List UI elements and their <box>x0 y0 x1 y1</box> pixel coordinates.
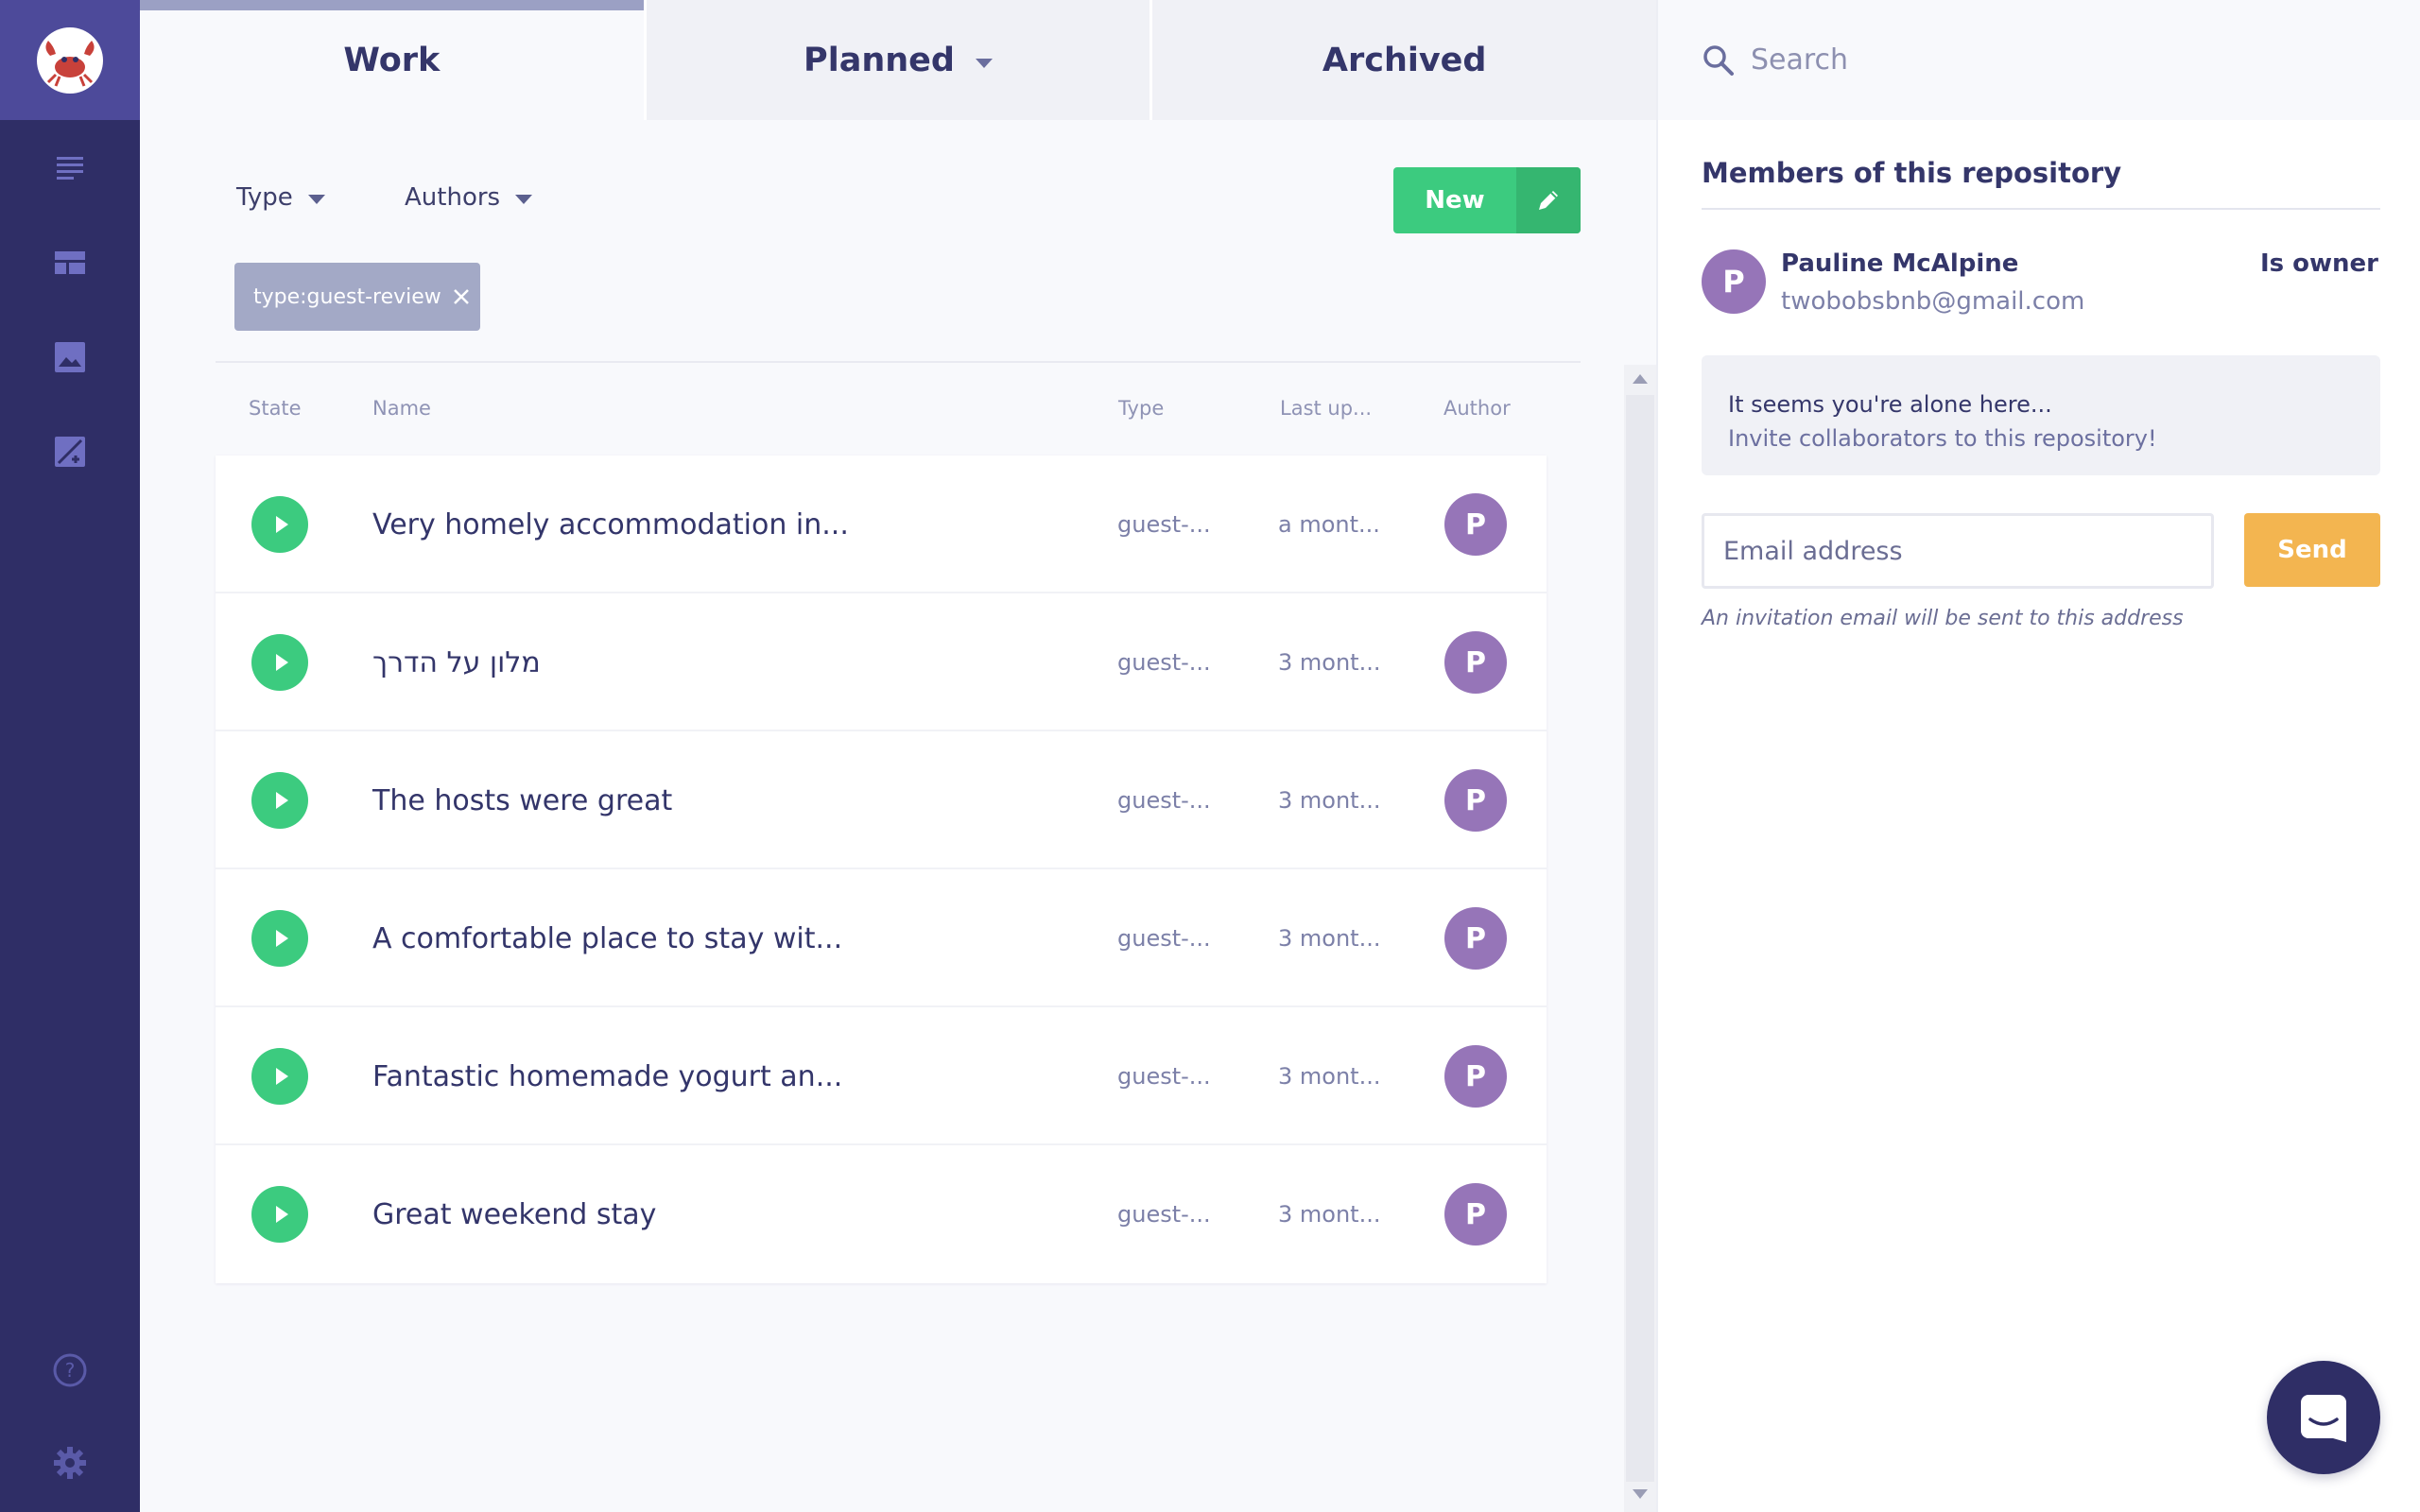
play-status-icon <box>251 634 308 691</box>
edit-image-icon[interactable] <box>47 429 93 474</box>
play-status-icon <box>251 772 308 829</box>
divider <box>1702 208 2380 210</box>
documents-list-icon[interactable] <box>47 146 93 191</box>
document-updated: 3 mont... <box>1278 649 1381 676</box>
svg-text:?: ? <box>65 1359 76 1382</box>
divider <box>216 361 1581 363</box>
document-name: Very homely accommodation in... <box>372 507 849 541</box>
logo-area[interactable] <box>0 0 140 120</box>
play-status-icon <box>251 496 308 553</box>
type-filter-label: Type <box>236 183 293 212</box>
scrollbar-thumb[interactable] <box>1626 395 1654 1482</box>
documents-list: Very homely accommodation in... guest-..… <box>216 455 1547 1283</box>
avatar: P <box>1444 1045 1507 1108</box>
document-updated: 3 mont... <box>1278 925 1381 952</box>
new-document-button[interactable]: New <box>1393 167 1581 233</box>
play-status-icon <box>251 1048 308 1105</box>
search-bar <box>1658 0 2420 120</box>
email-field[interactable] <box>1702 513 2214 589</box>
empty-collaborators-notice: It seems you're alone here... Invite col… <box>1702 355 2380 475</box>
member-role: Is owner <box>2259 249 2378 278</box>
members-title: Members of this repository <box>1702 157 2122 189</box>
new-button-label: New <box>1425 186 1485 215</box>
document-name: Great weekend stay <box>372 1197 657 1231</box>
document-name: Fantastic homemade yogurt an... <box>372 1059 843 1093</box>
table-row[interactable]: מלון על הדרך guest-... 3 mont... P <box>216 593 1547 731</box>
avatar: P <box>1444 631 1507 694</box>
tab-label: Planned <box>804 41 955 79</box>
pencil-icon <box>1516 167 1581 233</box>
send-invite-button[interactable]: Send <box>2244 513 2380 587</box>
filter-chip-label: type:guest-review <box>253 284 441 309</box>
document-type: guest-... <box>1117 925 1211 952</box>
document-updated: a mont... <box>1278 511 1380 538</box>
tab-bar: Work Planned Archived <box>140 0 1657 120</box>
document-type: guest-... <box>1117 649 1211 676</box>
type-filter-dropdown[interactable]: Type <box>236 183 325 212</box>
avatar: P <box>1444 493 1507 556</box>
avatar: P <box>1702 249 1766 314</box>
tab-archived[interactable]: Archived <box>1150 0 1657 120</box>
table-row[interactable]: Very homely accommodation in... guest-..… <box>216 455 1547 593</box>
table-row[interactable]: Fantastic homemade yogurt an... guest-..… <box>216 1007 1547 1145</box>
document-type: guest-... <box>1117 1201 1211 1228</box>
scroll-down-arrow-icon[interactable] <box>1633 1489 1648 1499</box>
active-filter-chip[interactable]: type:guest-review <box>234 263 480 331</box>
table-row[interactable]: A comfortable place to stay wit... guest… <box>216 869 1547 1007</box>
left-nav: ? <box>0 0 140 1512</box>
member-email: twobobsbnb@gmail.com <box>1781 287 2085 316</box>
members-panel: Members of this repository P Pauline McA… <box>1656 0 2420 1512</box>
search-icon <box>1700 42 1737 79</box>
member-name: Pauline McAlpine <box>1781 249 2019 278</box>
document-name: A comfortable place to stay wit... <box>372 921 843 955</box>
avatar: P <box>1444 769 1507 832</box>
notice-line: Invite collaborators to this repository! <box>1728 425 2157 452</box>
document-updated: 3 mont... <box>1278 1063 1381 1090</box>
chevron-down-icon <box>975 58 993 68</box>
document-updated: 3 mont... <box>1278 787 1381 814</box>
invite-hint: An invitation email will be sent to this… <box>1702 607 2184 630</box>
notice-line: It seems you're alone here... <box>1728 391 2052 418</box>
column-header-name[interactable]: Name <box>372 397 431 420</box>
layout-icon[interactable] <box>47 240 93 285</box>
close-icon[interactable] <box>451 286 472 307</box>
scroll-up-arrow-icon[interactable] <box>1633 374 1648 384</box>
table-row[interactable]: Great weekend stay guest-... 3 mont... P <box>216 1145 1547 1283</box>
play-status-icon <box>251 910 308 967</box>
crab-logo-icon[interactable] <box>37 26 103 94</box>
tab-label: Work <box>343 41 441 79</box>
chat-support-icon[interactable] <box>2267 1361 2380 1474</box>
authors-filter-label: Authors <box>405 183 501 212</box>
chevron-down-icon <box>515 195 533 204</box>
column-header-author[interactable]: Author <box>1443 397 1511 420</box>
settings-icon[interactable] <box>47 1440 93 1486</box>
tab-label: Archived <box>1322 41 1487 79</box>
avatar: P <box>1444 907 1507 970</box>
chevron-down-icon <box>307 195 325 204</box>
document-name: The hosts were great <box>372 783 673 817</box>
search-input[interactable] <box>1751 43 2318 77</box>
document-name: מלון על הדרך <box>372 645 541 679</box>
column-header-state[interactable]: State <box>249 397 302 420</box>
play-status-icon <box>251 1186 308 1243</box>
tab-work[interactable]: Work <box>140 0 644 120</box>
document-type: guest-... <box>1117 1063 1211 1090</box>
avatar: P <box>1444 1183 1507 1246</box>
tab-planned[interactable]: Planned <box>643 0 1150 120</box>
document-updated: 3 mont... <box>1278 1201 1381 1228</box>
column-header-last-updated[interactable]: Last up... <box>1280 397 1372 420</box>
image-icon[interactable] <box>47 335 93 380</box>
authors-filter-dropdown[interactable]: Authors <box>405 183 533 212</box>
document-type: guest-... <box>1117 511 1211 538</box>
table-row[interactable]: The hosts were great guest-... 3 mont...… <box>216 731 1547 869</box>
help-icon[interactable]: ? <box>47 1348 93 1393</box>
column-header-type[interactable]: Type <box>1118 397 1164 420</box>
document-type: guest-... <box>1117 787 1211 814</box>
